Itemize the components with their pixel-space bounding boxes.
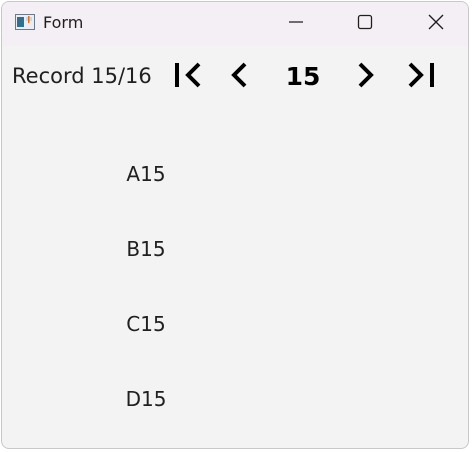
previous-record-icon	[229, 60, 249, 94]
last-record-icon	[404, 60, 436, 94]
title-bar[interactable]: Form	[2, 2, 468, 46]
first-record-icon	[173, 60, 205, 94]
previous-record-button[interactable]	[224, 60, 254, 94]
window-title: Form	[43, 13, 84, 32]
form-app-icon	[15, 14, 35, 30]
field-b-value: B15	[126, 237, 166, 261]
close-button[interactable]	[413, 2, 459, 46]
record-counter-label: Record 15/16	[12, 64, 152, 88]
field-a-value: A15	[126, 162, 166, 186]
current-record-number[interactable]: 15	[272, 62, 334, 91]
close-icon	[427, 13, 445, 35]
minimize-button[interactable]	[273, 2, 319, 46]
maximize-button[interactable]	[342, 2, 388, 46]
maximize-icon	[357, 14, 373, 34]
field-d-value: D15	[125, 387, 167, 411]
first-record-button[interactable]	[169, 60, 209, 94]
next-record-icon	[356, 60, 376, 94]
minimize-icon	[288, 14, 304, 34]
next-record-button[interactable]	[351, 60, 381, 94]
form-window: Form Record 15/16 15 A15 B15 C15 D15	[1, 1, 469, 449]
last-record-button[interactable]	[400, 60, 440, 94]
field-c-value: C15	[126, 312, 166, 336]
